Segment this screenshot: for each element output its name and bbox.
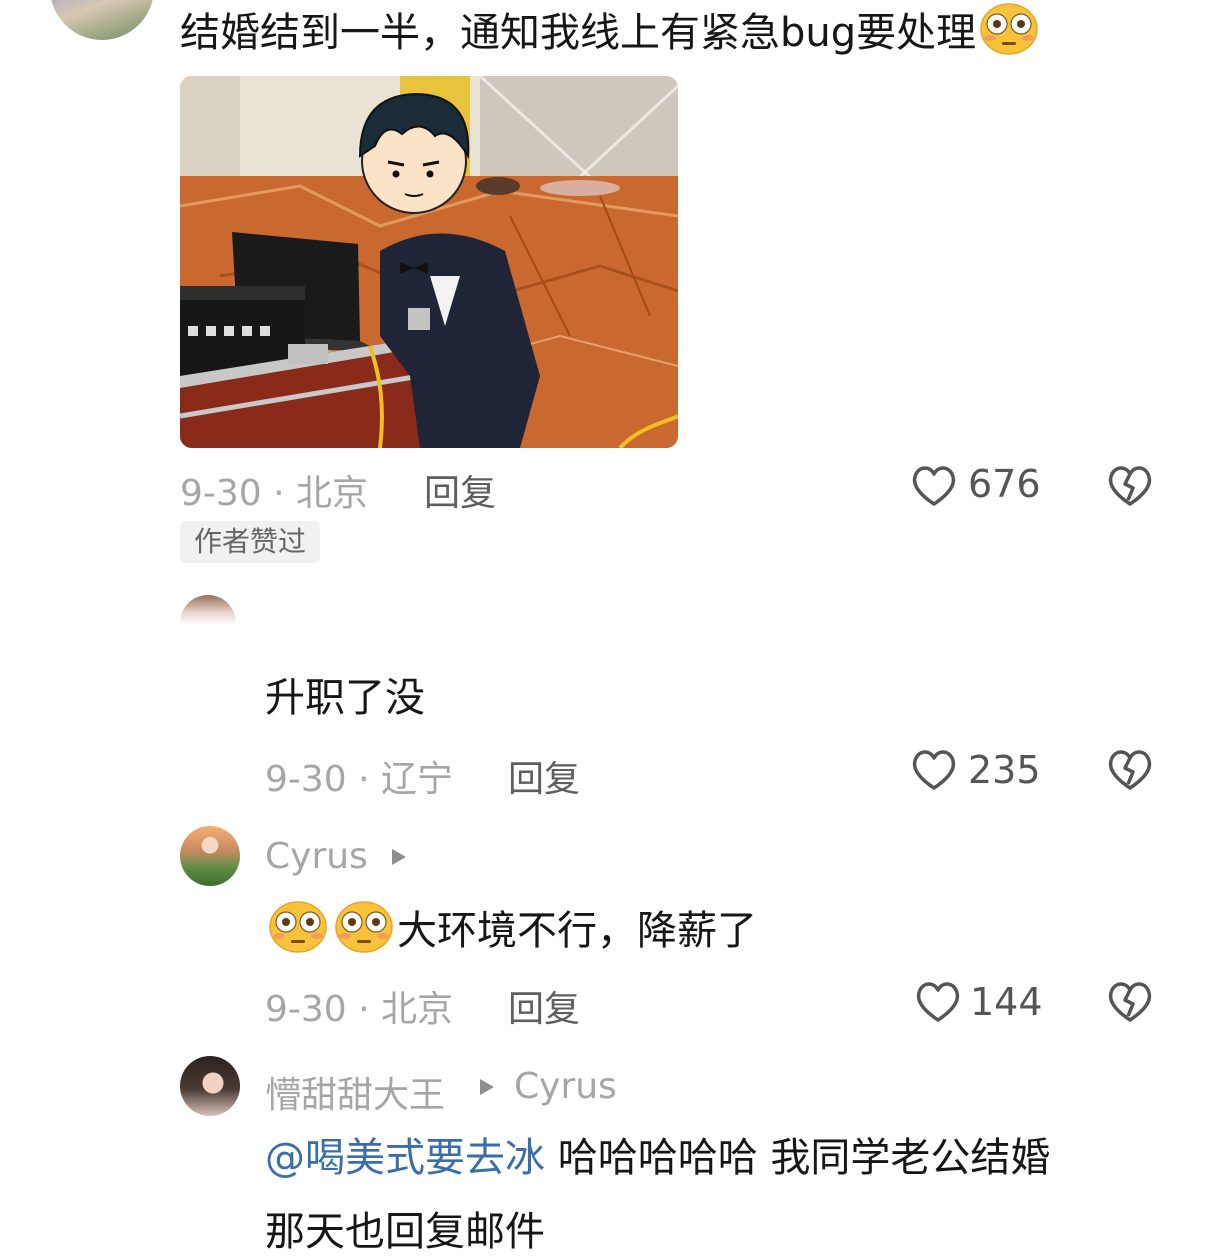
heart-icon[interactable] xyxy=(914,980,962,1024)
broken-heart-icon[interactable] xyxy=(1106,980,1154,1024)
reply-text: @喝美式要去冰 哈哈哈哈哈 我同学老公结婚 xyxy=(265,1135,1051,1181)
like-count: 144 xyxy=(970,980,1043,1024)
avatar[interactable] xyxy=(180,1056,240,1116)
reply-text-continued: 那天也回复邮件 xyxy=(265,1209,545,1255)
reply-text: 大环境不行，降薪了 xyxy=(265,900,757,959)
broken-heart-icon[interactable] xyxy=(1106,464,1154,508)
avatar[interactable] xyxy=(180,826,240,886)
reply-button[interactable]: 回复 xyxy=(508,750,580,802)
flushed-face-emoji xyxy=(335,901,393,953)
comment-text: 结婚结到一半，通知我线上有紧急bug要处理 xyxy=(180,2,1042,61)
avatar[interactable] xyxy=(180,595,236,625)
username[interactable]: 懵甜甜大王 xyxy=(265,1066,445,1118)
reply-text: 升职了没 xyxy=(265,675,425,721)
like-count: 235 xyxy=(968,748,1041,792)
reply-button[interactable]: 回复 xyxy=(508,980,580,1032)
comment-meta: 9-30 · 北京 xyxy=(180,473,369,514)
flushed-face-emoji xyxy=(980,3,1038,55)
comment-meta: 9-30 · 辽宁 xyxy=(265,759,454,800)
broken-heart-icon[interactable] xyxy=(1106,748,1154,792)
comment-meta: 9-30 · 北京 xyxy=(265,989,454,1030)
wedding-photo xyxy=(180,76,678,448)
reply-button[interactable]: 回复 xyxy=(424,464,496,516)
reply-to-username[interactable]: Cyrus xyxy=(514,1066,617,1107)
like-count: 676 xyxy=(968,462,1041,506)
reply-arrow-icon xyxy=(480,1079,494,1095)
mention-link[interactable]: @喝美式要去冰 xyxy=(265,1135,545,1181)
username[interactable]: Cyrus xyxy=(265,836,368,877)
avatar[interactable] xyxy=(50,0,154,40)
comment-image[interactable] xyxy=(180,76,678,448)
heart-icon[interactable] xyxy=(910,748,958,792)
author-liked-badge: 作者赞过 xyxy=(180,521,321,563)
heart-icon[interactable] xyxy=(910,464,958,508)
flushed-face-emoji xyxy=(269,901,327,953)
reply-arrow-icon xyxy=(392,849,406,865)
